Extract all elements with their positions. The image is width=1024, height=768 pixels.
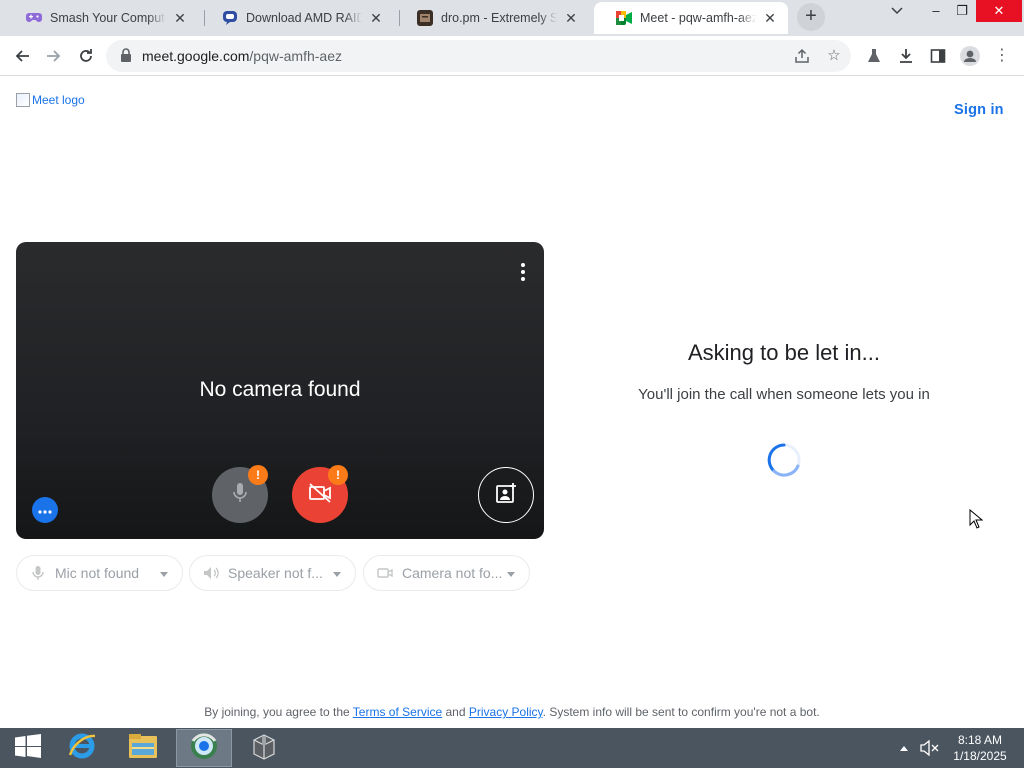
camera-device-label: Camera not fo... [402,565,503,581]
archive-box-icon [250,732,278,765]
side-panel-icon[interactable] [926,44,950,68]
chevron-down-icon [333,572,341,577]
tab-title: Download AMD RAID D [246,11,362,25]
microphone-icon [232,482,248,509]
camera-warning-badge: ! [328,465,348,485]
volume-muted-icon[interactable] [920,728,940,768]
google-meet-icon [616,10,632,26]
tab-title: Smash Your Computer | [50,11,166,25]
tab-dro-pm[interactable]: dro.pm - Extremely Sho ✕ [395,2,589,34]
file-explorer-button[interactable] [115,729,171,767]
show-hidden-icons-button[interactable] [900,728,908,768]
microphone-button[interactable]: ! [212,465,268,523]
internet-explorer-icon [67,731,97,766]
chevron-down-icon [507,572,515,577]
back-button[interactable] [8,42,36,70]
status-title: Asking to be let in... [688,340,880,365]
privacy-policy-link[interactable]: Privacy Policy [469,705,543,719]
mouse-cursor-icon [969,508,984,529]
share-icon[interactable] [792,46,812,66]
broken-image-icon [16,93,30,107]
internet-explorer-button[interactable] [54,729,110,767]
address-bar[interactable]: meet.google.com/pqw-amfh-aez ☆ [106,40,851,72]
meet-logo[interactable]: Meet logo [16,93,85,107]
tab-download-amd-raid[interactable]: Download AMD RAID D ✕ [200,2,394,34]
camera-off-icon [308,482,332,508]
close-icon[interactable]: ✕ [762,10,778,26]
speaker-device-label: Speaker not f... [228,565,323,581]
mic-warning-badge: ! [248,465,268,485]
windows-taskbar: 8:18 AM 1/18/2025 [0,728,1024,768]
video-preview: No camera found ! ! [16,242,544,539]
download-icon[interactable] [894,44,918,68]
close-window-button[interactable]: ✕ [976,0,1022,22]
archive-app-button[interactable] [236,729,292,767]
windows-logo-icon [15,733,41,763]
browser-button[interactable] [176,729,232,767]
mic-device-label: Mic not found [55,565,140,581]
new-tab-button[interactable]: + [797,3,825,31]
visual-effects-button[interactable] [478,467,534,523]
chat-bubble-icon [222,10,238,26]
dropm-icon [417,10,433,26]
chevron-down-icon [160,572,168,577]
bookmark-star-icon[interactable]: ☆ [824,46,844,66]
microphone-icon [29,564,47,582]
close-icon[interactable]: ✕ [563,10,579,26]
reload-button[interactable] [72,42,100,70]
sign-in-link[interactable]: Sign in [954,102,1004,118]
loading-spinner-icon [766,442,802,478]
labs-flask-icon[interactable] [862,44,886,68]
camera-button[interactable]: ! [292,465,348,523]
browser-tab-strip: Smash Your Computer | ✕ Download AMD RAI… [0,0,1024,36]
camera-device-select[interactable]: Camera not fo... [363,555,530,591]
url-text: meet.google.com/pqw-amfh-aez [142,48,342,64]
more-options-icon[interactable] [520,262,526,282]
ellipsis-icon [38,501,52,519]
browser-globe-icon [189,731,219,766]
tab-smash-your-computer[interactable]: Smash Your Computer | ✕ [4,2,198,34]
tab-title: Meet - pqw-amfh-aez [640,11,756,25]
logo-alt-text: Meet logo [32,93,85,107]
meet-page: Meet logo Sign in No camera found ! ! Mi… [0,77,1024,728]
file-explorer-icon [127,732,159,765]
clock-time: 8:18 AM [957,733,1003,747]
terms-of-service-link[interactable]: Terms of Service [353,705,442,719]
tab-search-icon[interactable] [882,0,912,22]
speaker-icon [202,564,220,582]
status-subtitle: You'll join the call when someone lets y… [638,386,930,403]
close-icon[interactable]: ✕ [368,10,384,26]
controller-icon [26,10,42,26]
browser-toolbar: meet.google.com/pqw-amfh-aez ☆ ⋮ [0,36,1024,76]
video-camera-icon [376,564,394,582]
restore-button[interactable]: ❐ [947,0,977,22]
tab-google-meet[interactable]: Meet - pqw-amfh-aez ✕ [594,2,788,34]
profile-avatar-icon[interactable] [958,44,982,68]
visual-effects-icon [495,482,517,509]
system-clock[interactable]: 8:18 AM 1/18/2025 [944,732,1016,764]
kebab-menu-icon[interactable]: ⋮ [990,44,1014,68]
lock-icon[interactable] [120,48,132,62]
more-actions-button[interactable] [32,497,58,523]
no-camera-message: No camera found [199,378,361,401]
tab-title: dro.pm - Extremely Sho [441,11,557,25]
speaker-device-select[interactable]: Speaker not f... [189,555,356,591]
forward-button[interactable] [40,42,68,70]
terms-footer: By joining, you agree to the Terms of Se… [204,705,820,719]
start-button[interactable] [0,729,56,767]
close-icon[interactable]: ✕ [172,10,188,26]
mic-device-select[interactable]: Mic not found [16,555,183,591]
clock-date: 1/18/2025 [953,749,1007,763]
